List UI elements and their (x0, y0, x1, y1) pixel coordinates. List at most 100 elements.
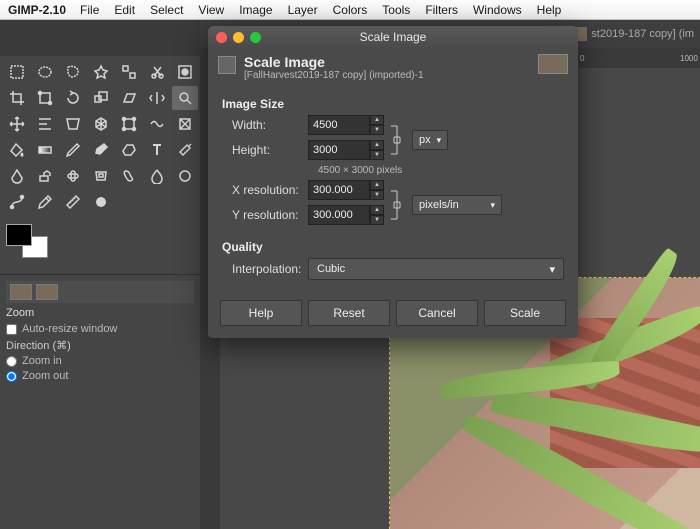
yres-down[interactable]: ▼ (370, 215, 384, 225)
zoom-window-button[interactable] (250, 32, 261, 43)
scissor-select-tool[interactable] (144, 60, 170, 84)
zoom-in-input[interactable] (6, 356, 17, 367)
airbrush-tool[interactable] (172, 138, 198, 162)
zoom-in-radio[interactable]: Zoom in (6, 355, 194, 367)
menu-file[interactable]: File (80, 3, 99, 17)
chevron-down-icon: ▾ (549, 263, 555, 276)
shear-tool[interactable] (116, 86, 142, 110)
width-spinbox[interactable]: ▲▼ (308, 115, 384, 135)
auto-resize-checkbox[interactable]: Auto-resize window (6, 323, 194, 335)
smudge-tool[interactable] (116, 164, 142, 188)
menu-help[interactable]: Help (537, 3, 562, 17)
width-input[interactable] (308, 115, 370, 135)
app-name: GIMP-2.10 (8, 3, 66, 17)
handle-transform-tool[interactable] (116, 112, 142, 136)
foreground-select-tool[interactable] (172, 60, 198, 84)
res-link-toggle[interactable] (384, 187, 404, 223)
yres-input[interactable] (308, 205, 370, 225)
perspective-tool[interactable] (60, 112, 86, 136)
menu-tools[interactable]: Tools (382, 3, 410, 17)
yres-up[interactable]: ▲ (370, 205, 384, 215)
color-picker-tool[interactable] (32, 190, 58, 214)
eraser-tool[interactable] (116, 138, 142, 162)
size-unit-select[interactable]: px ▾ (412, 130, 448, 150)
pencil-tool[interactable] (60, 138, 86, 162)
scale-button[interactable]: Scale (484, 300, 566, 326)
clone-tool[interactable] (32, 164, 58, 188)
canvas-tab[interactable]: st2019-187 copy] (im (561, 25, 700, 43)
crop-tool[interactable] (4, 86, 30, 110)
fg-bg-colors[interactable] (6, 224, 56, 264)
menu-image[interactable]: Image (239, 3, 272, 17)
zoom-tool[interactable] (172, 86, 198, 110)
yres-label: Y resolution: (222, 208, 308, 222)
res-unit-select[interactable]: pixels/in ▾ (412, 195, 502, 215)
dodge-burn-tool[interactable] (172, 164, 198, 188)
interpolation-select[interactable]: Cubic ▾ (308, 258, 564, 280)
auto-resize-input[interactable] (6, 324, 17, 335)
tab-thumb[interactable] (36, 284, 58, 300)
free-select-tool[interactable] (60, 60, 86, 84)
perspective-clone-tool[interactable] (88, 164, 114, 188)
by-color-select-tool[interactable] (116, 60, 142, 84)
xres-down[interactable]: ▼ (370, 190, 384, 200)
3d-transform-tool[interactable] (88, 112, 114, 136)
height-spinbox[interactable]: ▲▼ (308, 140, 384, 160)
zoom-out-label: Zoom out (22, 370, 68, 382)
scale-tool[interactable] (88, 86, 114, 110)
ellipse-select-tool[interactable] (32, 60, 58, 84)
close-window-button[interactable] (216, 32, 227, 43)
align-tool[interactable] (32, 112, 58, 136)
xres-spinbox[interactable]: ▲▼ (308, 180, 384, 200)
warp-tool[interactable] (144, 112, 170, 136)
measure-tool[interactable] (60, 190, 86, 214)
rect-select-tool[interactable] (4, 60, 30, 84)
menu-windows[interactable]: Windows (473, 3, 522, 17)
toolbox-panel: Zoom Auto-resize window Direction (⌘) Zo… (0, 20, 200, 529)
tab-thumb[interactable] (10, 284, 32, 300)
rotate-tool[interactable] (60, 86, 86, 110)
fg-color-swatch[interactable] (6, 224, 32, 246)
xres-up[interactable]: ▲ (370, 180, 384, 190)
heal-tool[interactable] (60, 164, 86, 188)
move-tool[interactable] (4, 112, 30, 136)
cancel-button[interactable]: Cancel (396, 300, 478, 326)
menu-select[interactable]: Select (150, 3, 183, 17)
menu-view[interactable]: View (198, 3, 224, 17)
size-link-toggle[interactable] (384, 122, 404, 158)
tool-options-title: Zoom (6, 307, 194, 319)
flip-tool[interactable] (144, 86, 170, 110)
fuzzy-select-tool[interactable] (88, 60, 114, 84)
minimize-window-button[interactable] (233, 32, 244, 43)
text-tool[interactable] (144, 138, 170, 162)
menu-filters[interactable]: Filters (425, 3, 458, 17)
tool-options-tabs[interactable] (6, 281, 194, 303)
width-up[interactable]: ▲ (370, 115, 384, 125)
height-down[interactable]: ▼ (370, 150, 384, 160)
dialog-header: Scale Image [FallHarvest2019-187 copy] (… (208, 48, 578, 85)
menu-edit[interactable]: Edit (114, 3, 135, 17)
ink-tool[interactable] (4, 164, 30, 188)
window-controls (208, 32, 261, 43)
menu-colors[interactable]: Colors (333, 3, 368, 17)
paintbrush-tool[interactable] (88, 138, 114, 162)
width-down[interactable]: ▼ (370, 125, 384, 135)
mypaint-brush-tool[interactable] (88, 190, 114, 214)
tool-options-panel: Zoom Auto-resize window Direction (⌘) Zo… (0, 274, 200, 391)
paths-tool[interactable] (4, 190, 30, 214)
cage-tool[interactable] (172, 112, 198, 136)
dialog-titlebar[interactable]: Scale Image (208, 26, 578, 48)
reset-button[interactable]: Reset (308, 300, 390, 326)
bucket-fill-tool[interactable] (4, 138, 30, 162)
help-button[interactable]: Help (220, 300, 302, 326)
unified-transform-tool[interactable] (32, 86, 58, 110)
xres-input[interactable] (308, 180, 370, 200)
zoom-out-input[interactable] (6, 371, 17, 382)
blur-tool[interactable] (144, 164, 170, 188)
zoom-out-radio[interactable]: Zoom out (6, 370, 194, 382)
height-input[interactable] (308, 140, 370, 160)
yres-spinbox[interactable]: ▲▼ (308, 205, 384, 225)
gradient-tool[interactable] (32, 138, 58, 162)
menu-layer[interactable]: Layer (288, 3, 318, 17)
height-up[interactable]: ▲ (370, 140, 384, 150)
